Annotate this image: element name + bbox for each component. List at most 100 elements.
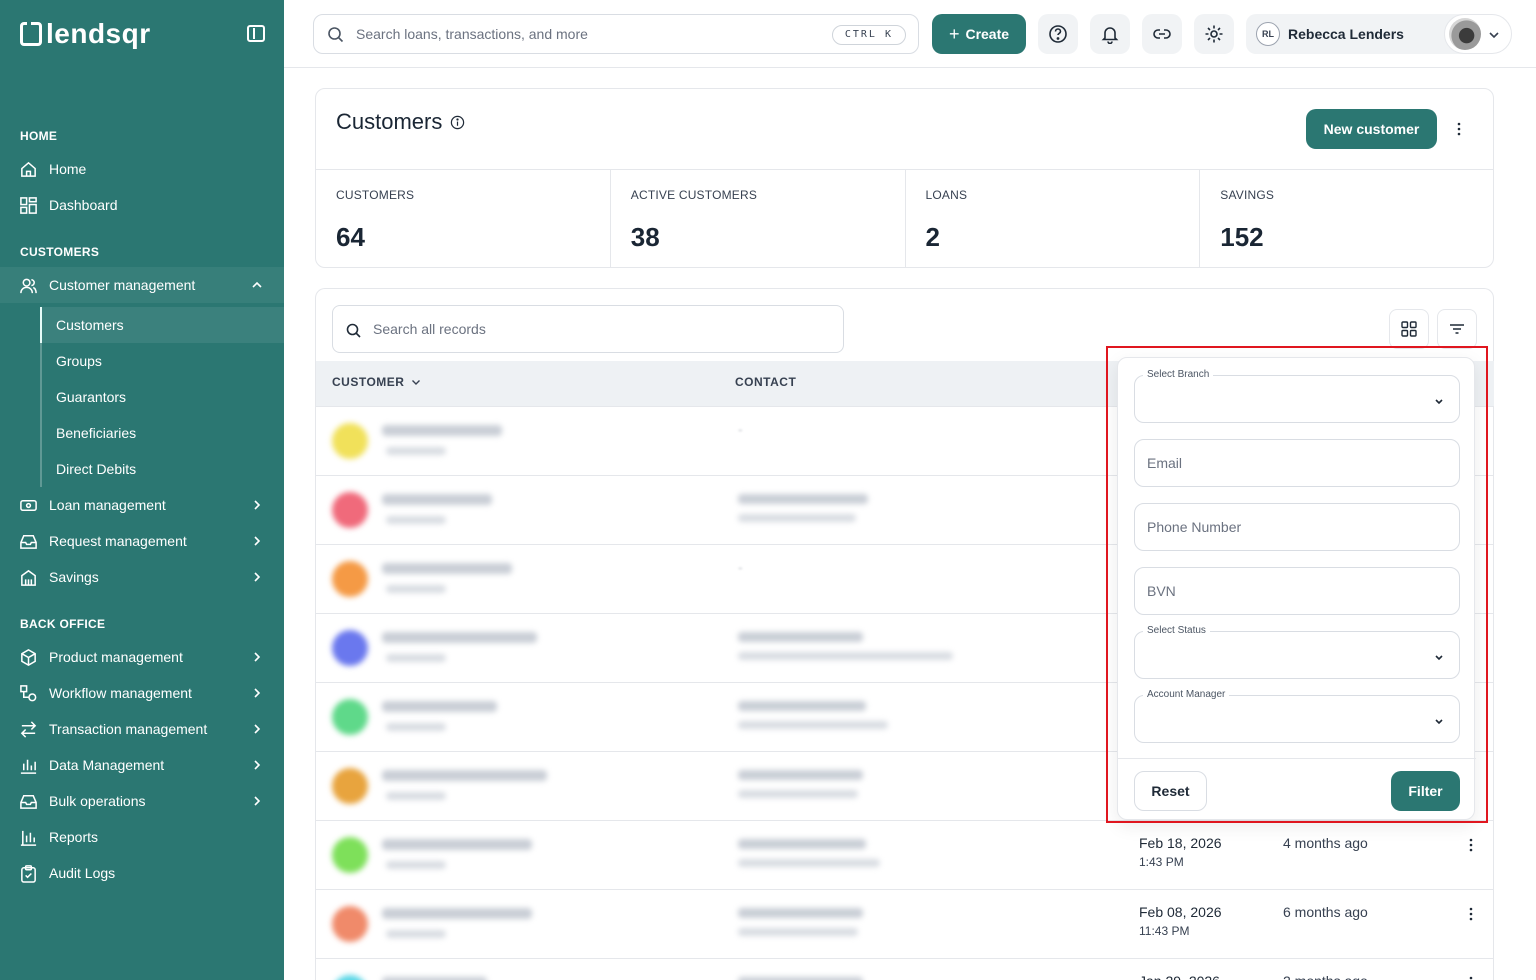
sidebar-item-label: Bulk operations [49,793,146,809]
row-actions-icon[interactable] [1463,906,1479,922]
column-header-customer[interactable]: CUSTOMER [332,375,422,389]
bell-icon [1101,27,1119,44]
more-options-icon[interactable] [1451,121,1467,137]
section-title-back-office: BACK OFFICE [20,617,106,631]
filter-panel: Select Branch Email Phone Number BVN Sel… [1117,357,1476,820]
sidebar-item-data-management[interactable]: Data Management [0,747,284,783]
plus-icon: + [948,24,960,44]
chevron-right-icon [254,688,261,698]
field-label: Select Branch [1143,369,1214,380]
users-icon [18,275,38,295]
sidebar-item-label: Loan management [49,497,166,513]
page-title: Customers [336,109,465,135]
stat-savings: SAVINGS 152 [1200,170,1494,268]
collapse-sidebar-icon[interactable] [247,25,265,42]
stat-label: ACTIVE CUSTOMERS [630,188,758,202]
contact-phone-redacted [738,908,863,918]
sidebar-item-dashboard[interactable]: Dashboard [0,187,284,223]
table-row[interactable]: Jan 29, 2026 2 months ago [316,958,1494,980]
column-header-contact: CONTACT [735,375,797,389]
row-actions-icon[interactable] [1463,837,1479,853]
logo-mark-icon [20,22,42,46]
sidebar-item-label: Product management [49,649,183,665]
stat-value: 152 [1220,222,1264,252]
contact-phone-redacted [738,701,866,711]
user-menu[interactable]: RL Rebecca Lenders [1246,14,1472,54]
global-search-input[interactable]: Search loans, transactions, and more CTR… [313,14,919,54]
profile-menu[interactable] [1444,14,1512,54]
chevron-down-icon [1435,719,1443,725]
chevron-right-icon [254,724,261,734]
select-branch-dropdown[interactable]: Select Branch [1134,369,1460,423]
records-search-placeholder: Search all records [373,321,486,337]
contact-email-redacted [738,790,858,798]
sidebar-item-request-management[interactable]: Request management [0,523,284,559]
records-search-input[interactable]: Search all records [332,305,844,353]
grid-icon [1401,321,1417,337]
bvn-field[interactable]: BVN [1134,567,1460,615]
info-icon[interactable] [450,115,465,130]
sidebar-item-workflow-management[interactable]: Workflow management [0,675,284,711]
chevron-down-icon [1489,32,1499,39]
create-button[interactable]: + Create [932,14,1026,54]
sidebar-item-reports[interactable]: Reports [0,819,284,855]
sidebar-item-bulk-operations[interactable]: Bulk operations [0,783,284,819]
customer-avatar [332,630,368,666]
sidebar-item-product-management[interactable]: Product management [0,639,284,675]
sidebar-subitem-groups[interactable]: Groups [40,343,284,379]
contact-empty: - [738,559,743,575]
link-button[interactable] [1142,14,1182,54]
sidebar-item-audit-logs[interactable]: Audit Logs [0,855,284,891]
sidebar-subitem-guarantors[interactable]: Guarantors [40,379,284,415]
grid-view-button[interactable] [1389,309,1429,349]
settings-button[interactable] [1194,14,1234,54]
sidebar-subitem-customers[interactable]: Customers [40,307,284,343]
customer-id-redacted [386,654,446,662]
sidebar-item-home[interactable]: Home [0,151,284,187]
customer-id-redacted [386,792,446,800]
inbox-icon [18,531,38,551]
chevron-down-icon [1435,399,1443,405]
sidebar-item-transaction-management[interactable]: Transaction management [0,711,284,747]
sidebar-item-label: Savings [49,569,99,585]
sidebar-subitem-direct-debits[interactable]: Direct Debits [40,451,284,487]
box-icon [18,647,38,667]
sidebar: lendsqr HOME Home Dashboard CUSTOMERS Cu… [0,0,284,980]
sidebar-item-savings[interactable]: Savings [0,559,284,595]
customer-avatar [332,423,368,459]
created-date: Feb 08, 2026 [1139,904,1222,920]
customer-name-redacted [382,701,497,712]
stat-label: SAVINGS [1220,188,1275,202]
user-initials: RL [1256,22,1280,46]
phone-number-field[interactable]: Phone Number [1134,503,1460,551]
sidebar-item-loan-management[interactable]: Loan management [0,487,284,523]
sidebar-subitem-beneficiaries[interactable]: Beneficiaries [40,415,284,451]
link-icon [1153,29,1171,39]
help-button[interactable] [1038,14,1078,54]
apply-filter-button[interactable]: Filter [1391,771,1460,811]
email-field[interactable]: Email [1134,439,1460,487]
contact-email-redacted [738,721,888,729]
reset-button[interactable]: Reset [1134,771,1207,811]
customer-avatar [332,837,368,873]
new-customer-button[interactable]: New customer [1306,109,1437,149]
notifications-button[interactable] [1090,14,1130,54]
table-row[interactable]: Feb 18, 2026 1:43 PM 4 months ago [316,820,1494,889]
account-manager-dropdown[interactable]: Account Manager [1134,689,1460,743]
avatar [1449,18,1481,50]
customer-id-redacted [386,447,446,455]
row-actions-icon[interactable] [1463,975,1479,980]
sidebar-item-customer-management[interactable]: Customer management [0,267,284,303]
user-name: Rebecca Lenders [1288,26,1404,42]
customer-id-redacted [386,723,446,731]
customer-avatar [332,492,368,528]
sidebar-item-label: Audit Logs [49,865,116,881]
table-row[interactable]: Feb 08, 2026 11:43 PM 6 months ago [316,889,1494,958]
chevron-right-icon [254,652,261,662]
created-time: 1:43 PM [1139,855,1184,869]
brand-logo[interactable]: lendsqr [20,18,151,50]
customer-id-redacted [386,516,446,524]
workflow-icon [18,683,38,703]
select-status-dropdown[interactable]: Select Status [1134,625,1460,679]
filter-toggle-button[interactable] [1437,309,1477,349]
